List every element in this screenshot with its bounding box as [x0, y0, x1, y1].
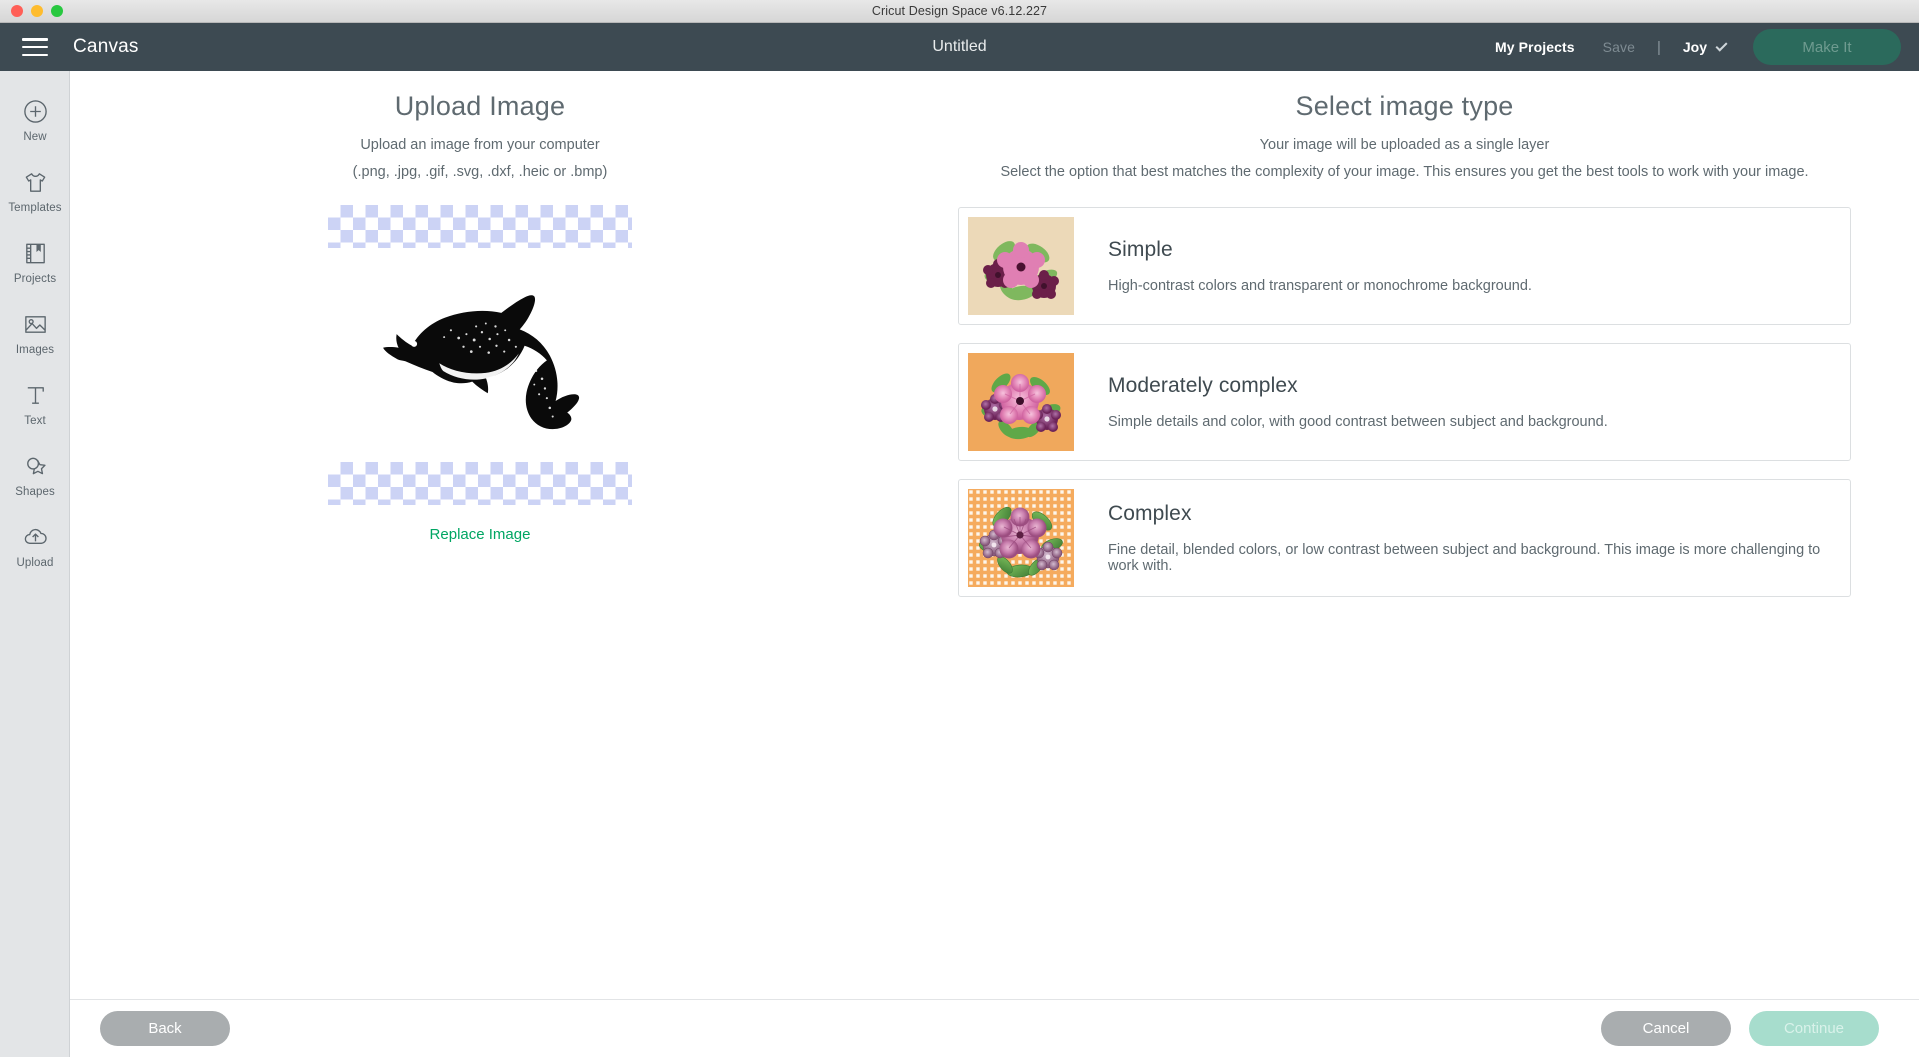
transparency-checker-bottom	[328, 462, 632, 505]
sidebar-item-upload[interactable]: Upload	[0, 510, 70, 581]
image-preview	[328, 205, 632, 505]
type-panel-heading: Select image type	[1295, 91, 1514, 121]
select-image-type-panel: Select image type Your image will be upl…	[890, 71, 1919, 991]
header-divider: |	[1656, 38, 1661, 56]
complex-thumbnail-dotted-flowers	[968, 489, 1074, 587]
left-tool-rail: New Templates Projects Images Text Shape…	[0, 71, 70, 1057]
header-actions: My Projects Save | Joy Make It	[1481, 29, 1901, 65]
sidebar-label-text: Text	[24, 415, 46, 427]
image-type-options: Simple High-contrast colors and transpar…	[890, 207, 1919, 597]
complex-title: Complex	[1108, 502, 1192, 525]
upload-panel-subtitle: Upload an image from your computer	[360, 137, 600, 153]
plus-circle-icon	[20, 96, 50, 126]
moderately-complex-description: Simple details and color, with good cont…	[1108, 414, 1608, 430]
canvas-label: Canvas	[73, 36, 139, 57]
simple-description: High-contrast colors and transparent or …	[1108, 278, 1532, 294]
my-projects-button[interactable]: My Projects	[1481, 39, 1589, 55]
sidebar-item-projects[interactable]: Projects	[0, 226, 70, 297]
image-type-option-simple[interactable]: Simple High-contrast colors and transpar…	[958, 207, 1851, 325]
hamburger-menu-icon[interactable]	[22, 38, 48, 56]
app-header: Canvas Untitled My Projects Save | Joy M…	[0, 23, 1919, 71]
cancel-button[interactable]: Cancel	[1601, 1011, 1731, 1046]
simple-card-text: Simple High-contrast colors and transpar…	[1108, 238, 1532, 294]
machine-name-label: Joy	[1682, 39, 1707, 55]
sidebar-label-new: New	[23, 131, 47, 143]
book-bookmark-icon	[20, 238, 50, 268]
footer-action-bar: Back Cancel Continue	[70, 999, 1919, 1057]
replace-image-link[interactable]: Replace Image	[430, 526, 531, 543]
transparency-checker-top	[328, 205, 632, 248]
text-t-icon	[20, 380, 50, 410]
upload-file-types: (.png, .jpg, .gif, .svg, .dxf, .heic or …	[352, 164, 608, 180]
window-title: Cricut Design Space v6.12.227	[871, 4, 1048, 18]
sidebar-label-upload: Upload	[16, 557, 54, 569]
cloud-upload-icon	[20, 522, 50, 552]
complex-description: Fine detail, blended colors, or low cont…	[1108, 542, 1821, 574]
moderately-complex-thumbnail-shaded-flowers	[968, 353, 1074, 451]
upload-image-panel: Upload Image Upload an image from your c…	[70, 71, 890, 991]
sidebar-item-images[interactable]: Images	[0, 297, 70, 368]
tshirt-icon	[20, 167, 50, 197]
make-it-button[interactable]: Make It	[1753, 29, 1901, 65]
sidebar-label-templates: Templates	[8, 202, 62, 214]
moderately-complex-card-text: Moderately complex Simple details and co…	[1108, 374, 1608, 430]
type-panel-description: Select the option that best matches the …	[1000, 164, 1809, 180]
complex-card-text: Complex Fine detail, blended colors, or …	[1108, 502, 1850, 574]
save-button[interactable]: Save	[1589, 39, 1649, 55]
sidebar-label-projects: Projects	[13, 273, 57, 285]
dolphin-silhouette-image	[328, 248, 632, 462]
sidebar-label-images: Images	[15, 344, 55, 356]
simple-title: Simple	[1108, 238, 1173, 261]
sidebar-item-shapes[interactable]: Shapes	[0, 439, 70, 510]
simple-thumbnail-flat-flowers	[968, 217, 1074, 315]
picture-icon	[20, 309, 50, 339]
sidebar-item-new[interactable]: New	[0, 84, 70, 155]
machine-selector[interactable]: Joy	[1669, 39, 1741, 55]
back-button[interactable]: Back	[100, 1011, 230, 1046]
image-type-option-complex[interactable]: Complex Fine detail, blended colors, or …	[958, 479, 1851, 597]
main-stage: Upload Image Upload an image from your c…	[70, 71, 1919, 1057]
image-type-option-moderately-complex[interactable]: Moderately complex Simple details and co…	[958, 343, 1851, 461]
upload-panel-heading: Upload Image	[394, 91, 566, 121]
window-titlebar: Cricut Design Space v6.12.227	[0, 0, 1919, 23]
sidebar-item-text[interactable]: Text	[0, 368, 70, 439]
star-shape-icon	[20, 451, 50, 481]
moderately-complex-title: Moderately complex	[1108, 374, 1298, 397]
sidebar-item-templates[interactable]: Templates	[0, 155, 70, 226]
continue-button[interactable]: Continue	[1749, 1011, 1879, 1046]
footer-right-actions: Cancel Continue	[1601, 1011, 1919, 1046]
sidebar-label-shapes: Shapes	[15, 486, 55, 498]
type-panel-subtitle: Your image will be uploaded as a single …	[1259, 137, 1550, 153]
chevron-down-icon	[1715, 39, 1728, 52]
